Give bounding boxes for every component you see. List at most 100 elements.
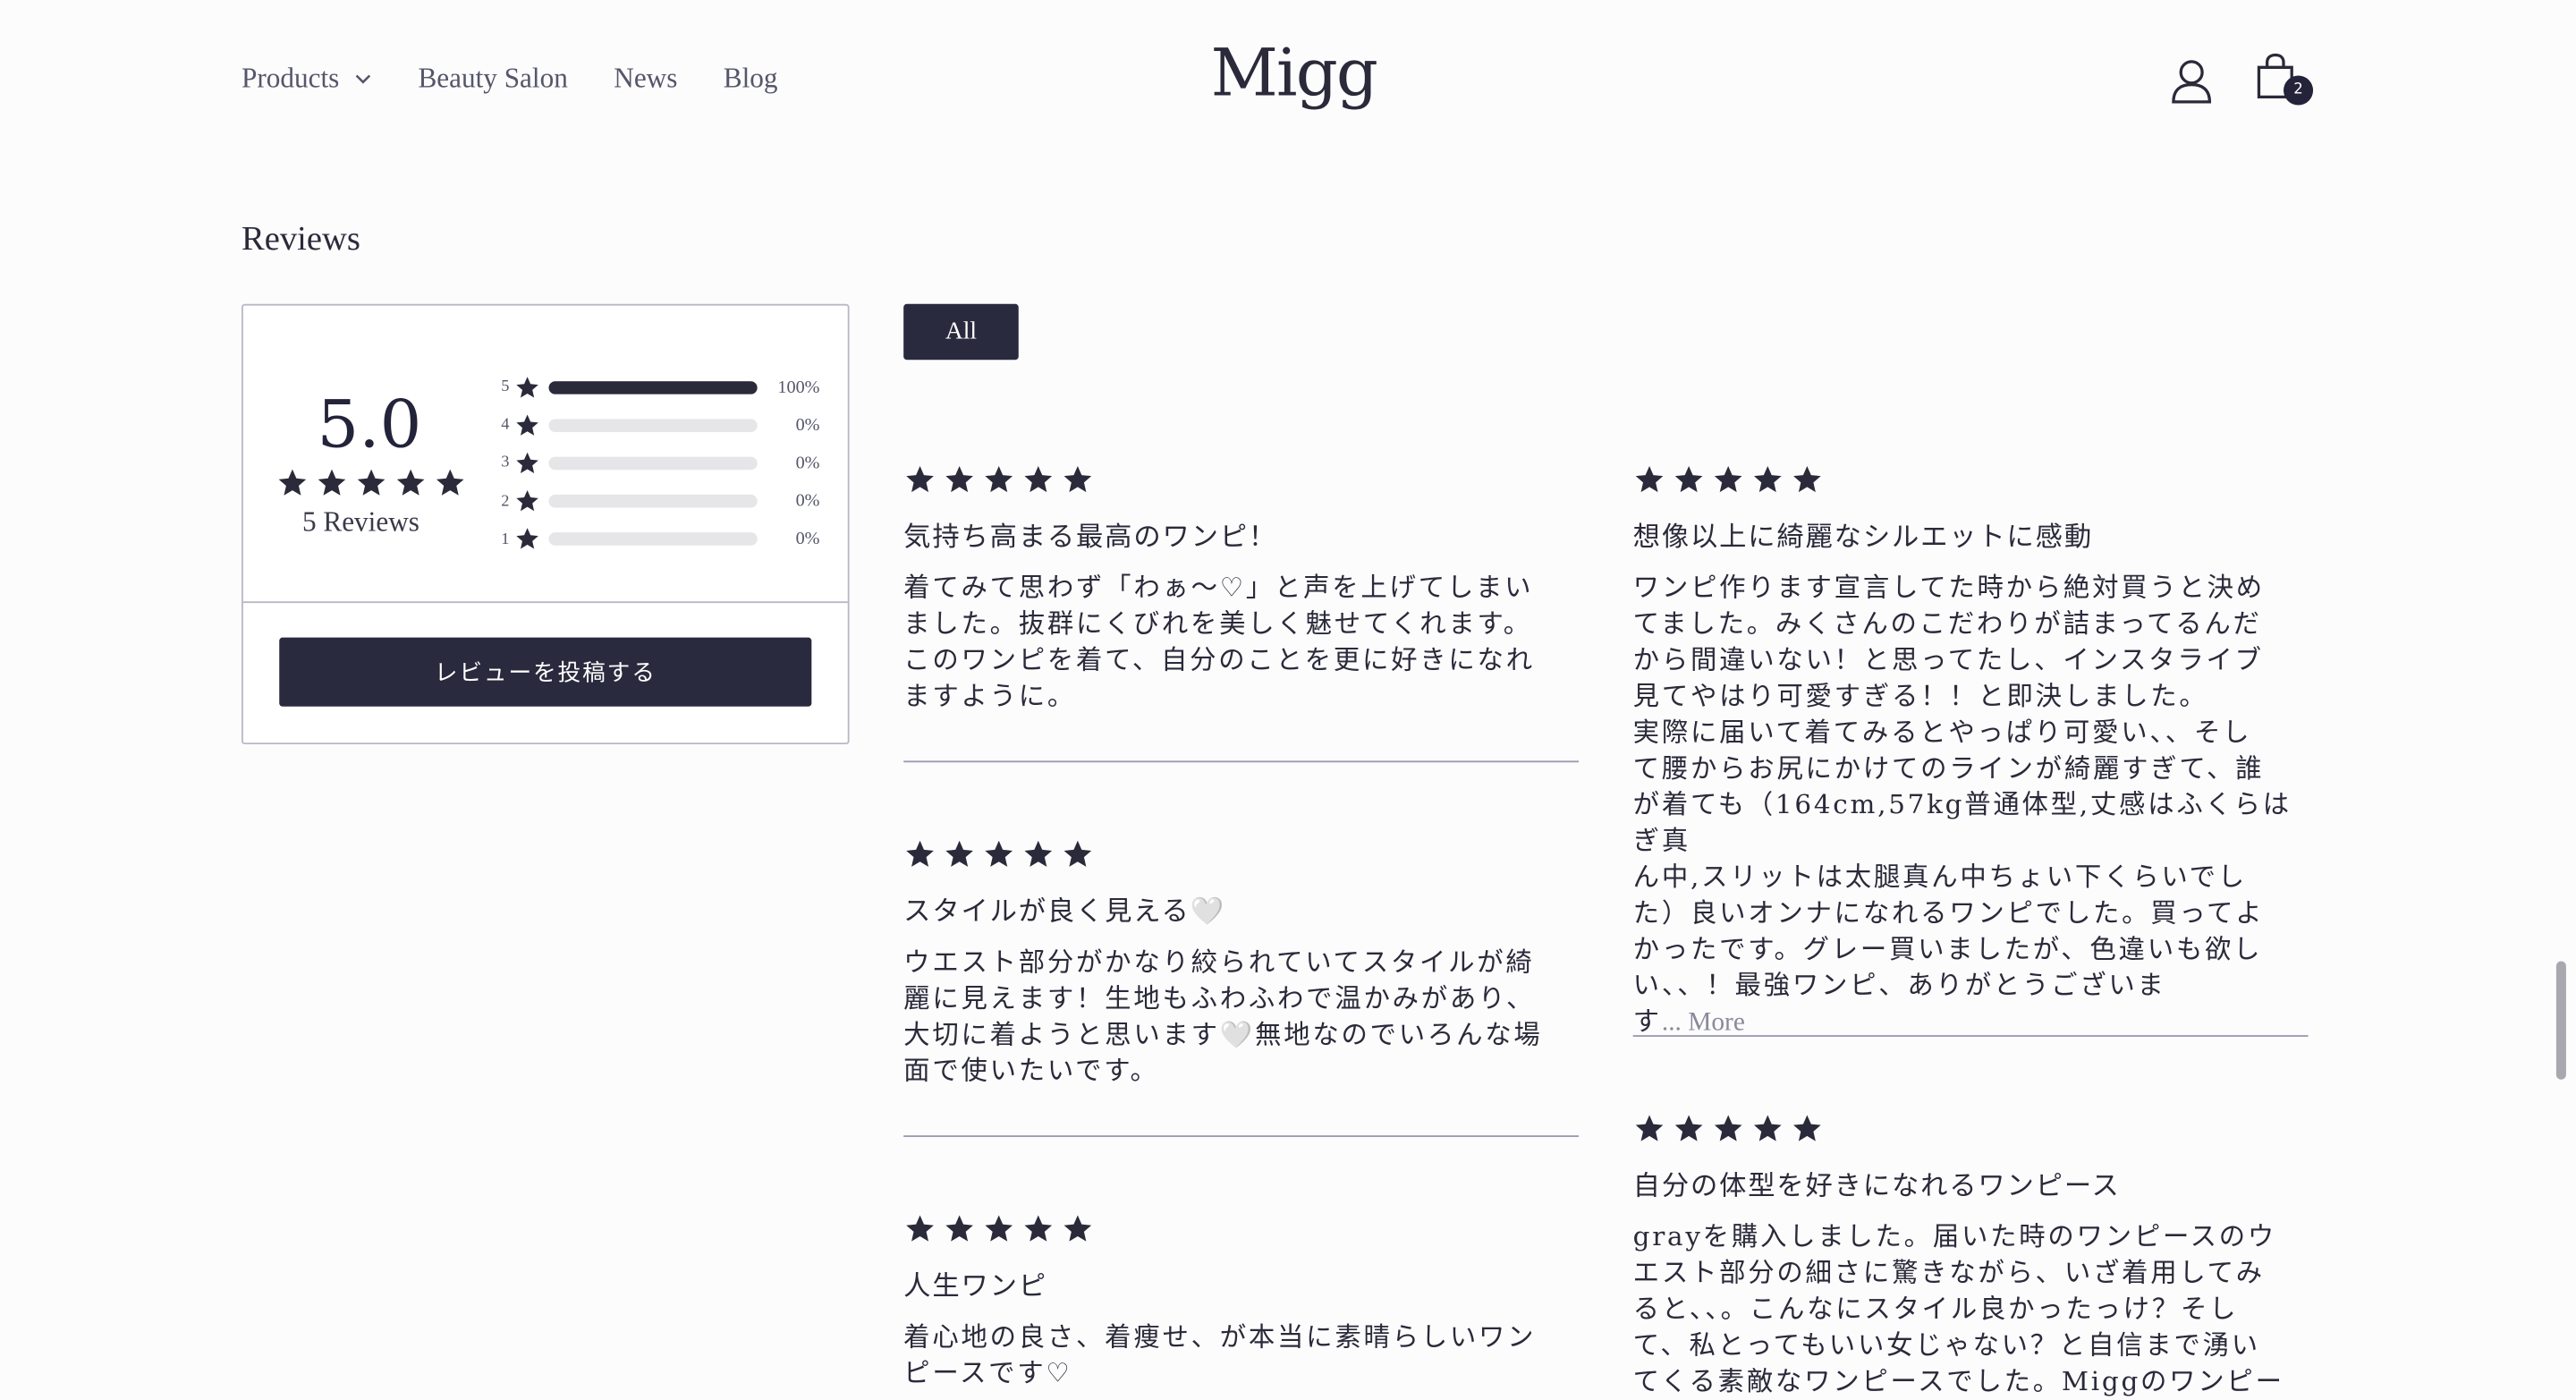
distribution-row[interactable]: 4 0% (501, 406, 820, 445)
review-card: 自分の体型を好きになれるワンピース grayを購入しました。届いた時のワンピース… (1633, 1112, 2309, 1399)
nav-products[interactable]: Products (242, 63, 372, 96)
rating-distribution: 5 100% 4 0% 3 0% 2 0% 1 0% (501, 368, 820, 559)
page-root: Products Beauty Salon News Blog Migg 2 R… (0, 0, 2576, 1396)
rating-summary-top: 5.0 5 Reviews 5 100% 4 0% 3 0% 2 0% 1 0% (242, 306, 848, 604)
distribution-percent: 0% (795, 453, 820, 473)
review-stars (903, 838, 1579, 871)
distribution-bar (548, 380, 758, 395)
star-icon (945, 840, 973, 867)
distribution-percent: 100% (777, 377, 820, 397)
distribution-row[interactable]: 1 0% (501, 521, 820, 559)
star-icon (516, 376, 538, 397)
review-title: 想像以上に綺麗なシルエットに感動 (1632, 521, 2093, 553)
review-stars (903, 1212, 1579, 1245)
review-card: 人生ワンピ 着心地の良さ、着痩せ、が本当に素晴らしいワン ピースです♡ (903, 1212, 1579, 1391)
distribution-bar (548, 418, 758, 432)
write-review-button[interactable]: レビューを投稿する (279, 637, 812, 707)
star-icon (1753, 466, 1782, 493)
nav-beauty-salon-label: Beauty Salon (418, 62, 568, 94)
distribution-star-count: 1 (501, 530, 510, 549)
star-icon (1674, 1115, 1703, 1141)
star-icon (1024, 466, 1053, 493)
star-icon (1714, 466, 1742, 493)
review-stars (1633, 1112, 2309, 1145)
review-title: 人生ワンピ (903, 1269, 1047, 1302)
star-icon (906, 840, 934, 867)
review-title: スタイルが良く見える🤍 (903, 895, 1226, 927)
main-nav: Products Beauty Salon News Blog (242, 63, 778, 96)
star-icon (1635, 466, 1664, 493)
review-body: 着てみて思わず「わぁ〜♡」と声を上げてしまい ました。抜群にくびれを美しく魅せて… (903, 572, 1535, 712)
distribution-star-count: 5 (501, 378, 510, 396)
cart-count-badge: 2 (2284, 75, 2314, 106)
star-icon (985, 466, 1013, 493)
review-stars (1633, 463, 2309, 496)
cart-button[interactable]: 2 (2254, 53, 2314, 108)
star-icon (516, 414, 538, 436)
star-icon (357, 469, 386, 496)
star-icon (516, 490, 538, 512)
review-divider (903, 1135, 1580, 1137)
distribution-row[interactable]: 2 0% (501, 482, 820, 521)
star-icon (1635, 1115, 1664, 1141)
star-icon (985, 840, 1013, 867)
review-divider (903, 760, 1580, 763)
star-icon (1793, 1115, 1821, 1141)
star-icon (985, 1215, 1013, 1242)
account-button[interactable] (2168, 55, 2214, 111)
star-icon (1024, 1215, 1053, 1242)
star-icon (516, 452, 538, 473)
distribution-percent: 0% (795, 530, 820, 550)
distribution-percent: 0% (795, 415, 820, 436)
read-more-link[interactable]: ... More (1662, 1009, 1745, 1037)
star-icon (1063, 840, 1092, 867)
distribution-star-count: 2 (501, 492, 510, 511)
site-header: Products Beauty Salon News Blog Migg 2 (0, 0, 2576, 165)
average-stars (276, 467, 467, 500)
user-icon (2172, 60, 2212, 104)
star-icon (396, 469, 425, 496)
review-card: 想像以上に綺麗なシルエットに感動 ワンピ作ります宣言してた時から絶対買うと決め … (1633, 463, 2309, 1042)
nav-news[interactable]: News (614, 63, 677, 96)
nav-blog-label: Blog (723, 62, 778, 94)
review-body: ウエスト部分がかなり絞られていてスタイルが綺 麗に見えます！生地もふわふわで温か… (903, 946, 1543, 1087)
distribution-row[interactable]: 5 100% (501, 368, 820, 406)
average-rating: 5.0 (317, 387, 422, 463)
star-icon (1674, 466, 1703, 493)
star-icon (906, 1215, 934, 1242)
rating-summary: 5.0 5 Reviews 5 100% 4 0% 3 0% 2 0% 1 0%… (241, 303, 850, 745)
review-count: 5 Reviews (301, 505, 419, 538)
distribution-star-count: 3 (501, 454, 510, 472)
review-card: 気持ち高まる最高のワンピ！ 着てみて思わず「わぁ〜♡」と声を上げてしまい ました… (903, 463, 1579, 715)
filter-all-button[interactable]: All (903, 303, 1019, 361)
star-icon (945, 1215, 973, 1242)
nav-news-label: News (614, 62, 678, 94)
nav-beauty-salon[interactable]: Beauty Salon (418, 63, 567, 96)
distribution-bar (548, 495, 758, 508)
star-icon (1024, 840, 1053, 867)
review-title: 自分の体型を好きになれるワンピース (1632, 1169, 2121, 1201)
review-stars (903, 463, 1579, 496)
review-body: 着心地の良さ、着痩せ、が本当に素晴らしいワン ピースです♡ (903, 1320, 1537, 1389)
distribution-bar (548, 532, 758, 547)
distribution-star-count: 4 (501, 416, 510, 435)
star-icon (945, 466, 973, 493)
star-icon (516, 528, 538, 550)
site-logo[interactable]: Migg (1211, 36, 1378, 111)
distribution-row[interactable]: 3 0% (501, 445, 820, 483)
page-scrollbar[interactable] (2555, 961, 2566, 1080)
star-icon (1063, 466, 1092, 493)
review-divider (1632, 1035, 2309, 1037)
nav-blog[interactable]: Blog (724, 63, 778, 96)
review-body: ワンピ作ります宣言してた時から絶対買うと決め てました。みくさんのこだわりが詰ま… (1633, 570, 2309, 1041)
chevron-down-icon (354, 74, 370, 84)
distribution-bar (548, 456, 758, 471)
star-icon (436, 469, 464, 496)
star-icon (1793, 466, 1821, 493)
star-icon (1753, 1115, 1782, 1141)
review-body-text: ワンピ作ります宣言してた時から絶対買うと決め てました。みくさんのこだわりが詰ま… (1632, 572, 2292, 1037)
review-body: grayを購入しました。届いた時のワンピースのウ エスト部分の細さに驚きながら、… (1632, 1220, 2284, 1397)
distribution-bar-fill (548, 380, 758, 395)
review-title: 気持ち高まる最高のワンピ！ (903, 521, 1278, 553)
star-icon (1063, 1215, 1092, 1242)
